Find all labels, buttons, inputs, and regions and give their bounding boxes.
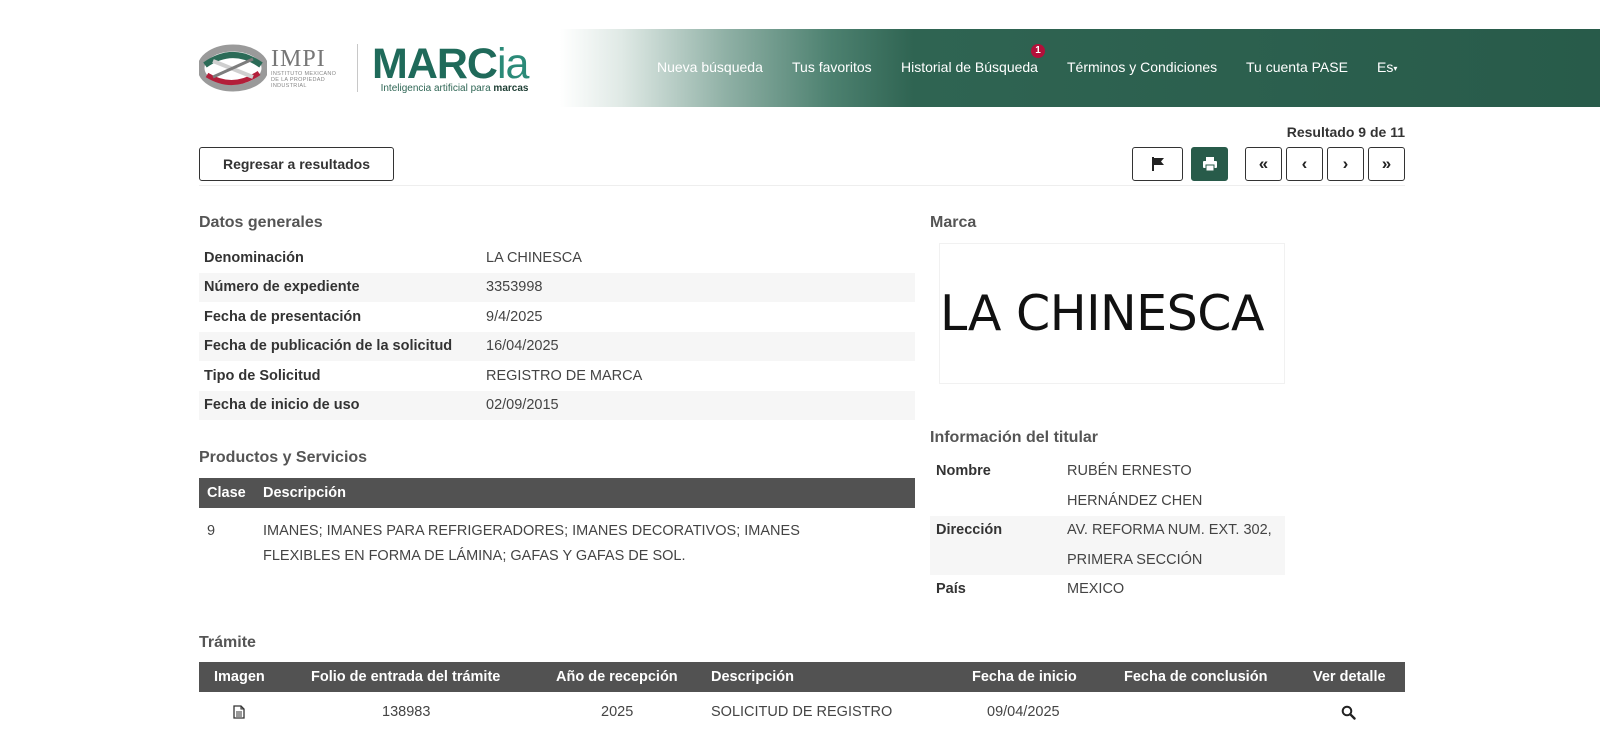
table-row: 138983 2025 SOLICITUD DE REGISTRO 09/04/…: [199, 692, 1405, 732]
search-icon: [1341, 705, 1356, 720]
row-label: Nombre: [936, 463, 991, 479]
flag-button[interactable]: [1132, 147, 1183, 181]
row-value: LA CHINESCA: [486, 249, 582, 266]
nav-historial[interactable]: Historial de Búsqueda: [901, 59, 1038, 75]
row-label: Dirección: [936, 522, 1003, 538]
ver-detalle-button[interactable]: [1341, 692, 1356, 732]
row-value: RUBÉN ERNESTO HERNÁNDEZ CHEN: [1067, 463, 1203, 509]
col-fecha-conclusion: Fecha de conclusión: [1124, 669, 1268, 685]
table-header: Clase Descripción: [199, 478, 915, 508]
document-icon: [233, 705, 245, 719]
first-result-button[interactable]: «: [1245, 147, 1282, 181]
row-value: 02/09/2015: [486, 397, 559, 414]
language-label: Es: [1377, 59, 1394, 75]
row-value: MEXICO: [1067, 581, 1125, 597]
app-tagline-prefix: Inteligencia artificial para: [380, 82, 494, 94]
marca-title: Marca: [930, 214, 977, 231]
col-imagen: Imagen: [214, 669, 265, 685]
language-select[interactable]: Es▾: [1377, 59, 1397, 75]
col-descripcion: Descripción: [263, 485, 346, 501]
productos-title: Productos y Servicios: [199, 449, 368, 466]
row-label: Tipo de Solicitud: [204, 367, 321, 384]
row-label: Fecha de publicación de la solicitud: [204, 338, 453, 355]
app-tagline: Inteligencia artificial para marcas: [372, 82, 529, 94]
last-result-button[interactable]: »: [1368, 147, 1405, 181]
tramite-table: Imagen Folio de entrada del trámite Año …: [199, 662, 1405, 732]
datos-generales-table: Denominación LA CHINESCA Número de expedi…: [199, 243, 915, 420]
app-name-suffix: ia: [496, 39, 529, 88]
flag-icon: [1151, 157, 1164, 171]
app-name: MARCia: [372, 39, 529, 88]
table-header: Imagen Folio de entrada del trámite Año …: [199, 662, 1405, 692]
tramite-title: Trámite: [199, 634, 256, 651]
print-icon: [1202, 157, 1217, 172]
caret-down-icon: ▾: [1393, 63, 1398, 73]
col-clase: Clase: [207, 485, 246, 501]
col-descripcion: Descripción: [711, 669, 794, 685]
datos-generales-title: Datos generales: [199, 214, 323, 231]
table-row: Fecha de publicación de la solicitud 16/0…: [199, 331, 915, 361]
col-fecha-inicio: Fecha de inicio: [972, 669, 1077, 685]
next-result-button[interactable]: ›: [1327, 147, 1364, 181]
nav-cuenta[interactable]: Tu cuenta PASE: [1246, 59, 1348, 75]
cell-descripcion: SOLICITUD DE REGISTRO: [711, 704, 893, 720]
row-value: 9/4/2025: [486, 308, 543, 325]
double-chevron-right-icon: »: [1381, 154, 1392, 173]
cell-fecha-inicio: 09/04/2025: [987, 704, 1060, 720]
col-anio: Año de recepción: [556, 669, 678, 685]
impi-name: IMPI: [271, 46, 326, 72]
cell-clase: 9: [207, 523, 216, 539]
row-value: AV. REFORMA NUM. EXT. 302, PRIMERA SECCI…: [1067, 522, 1272, 568]
table-row: Nombre RUBÉN ERNESTO HERNÁNDEZ CHEN: [930, 457, 1285, 516]
table-row: Tipo de Solicitud REGISTRO DE MARCA: [199, 361, 915, 391]
row-label: Denominación: [204, 249, 304, 266]
cell-anio: 2025: [601, 704, 634, 720]
app-name-main: MARC: [372, 39, 498, 88]
row-value: REGISTRO DE MARCA: [486, 367, 643, 384]
logo-divider: [357, 44, 358, 92]
row-label: Fecha de presentación: [204, 308, 362, 325]
productos-table: Clase Descripción 9 IMANES; IMANES PARA …: [199, 478, 915, 569]
nav-nueva-busqueda[interactable]: Nueva búsqueda: [657, 59, 763, 75]
impi-subtitle: INSTITUTO MEXICANO DE LA PROPIEDAD INDUS…: [271, 71, 337, 89]
marca-image: LA CHINESCA: [939, 243, 1285, 384]
logo[interactable]: IMPI INSTITUTO MEXICANO DE LA PROPIEDAD …: [197, 39, 529, 96]
result-count: Resultado 9 de 11: [1286, 124, 1405, 140]
historial-badge: 1: [1031, 44, 1045, 58]
marca-image-text: LA CHINESCA: [940, 285, 1264, 342]
table-row: 9 IMANES; IMANES PARA REFRIGERADORES; IM…: [199, 508, 915, 569]
cell-descripcion: IMANES; IMANES PARA REFRIGERADORES; IMAN…: [263, 523, 800, 564]
col-ver-detalle: Ver detalle: [1313, 669, 1386, 685]
back-to-results-button[interactable]: Regresar a resultados: [199, 147, 394, 181]
cell-folio: 138983: [382, 704, 431, 720]
print-button[interactable]: [1191, 147, 1228, 181]
row-value: 16/04/2025: [486, 338, 559, 355]
previous-result-button[interactable]: ‹: [1286, 147, 1323, 181]
table-row: Fecha de presentación 9/4/2025: [199, 302, 915, 332]
double-chevron-left-icon: «: [1258, 154, 1269, 173]
col-folio: Folio de entrada del trámite: [311, 669, 501, 685]
row-value: 3353998: [486, 279, 543, 296]
table-row: Denominación LA CHINESCA: [199, 243, 915, 273]
titular-title: Información del titular: [930, 429, 1099, 446]
table-row: Número de expediente 3353998: [199, 272, 915, 302]
impi-emblem-icon: [197, 43, 269, 93]
app-tagline-bold: marcas: [493, 82, 529, 94]
row-label: Fecha de inicio de uso: [204, 397, 360, 414]
document-button[interactable]: [233, 692, 245, 732]
nav-favoritos[interactable]: Tus favoritos: [792, 59, 872, 75]
row-label: Número de expediente: [204, 279, 360, 296]
divider: [199, 185, 1405, 186]
table-row: Dirección AV. REFORMA NUM. EXT. 302, PRIM…: [930, 516, 1285, 575]
table-row: País MEXICO: [930, 575, 1285, 605]
titular-table: Nombre RUBÉN ERNESTO HERNÁNDEZ CHEN Direc…: [930, 457, 1285, 605]
table-row: Fecha de inicio de uso 02/09/2015: [199, 390, 915, 420]
chevron-right-icon: ›: [1342, 154, 1349, 173]
row-label: País: [936, 581, 966, 597]
nav-terminos[interactable]: Términos y Condiciones: [1067, 59, 1217, 75]
chevron-left-icon: ‹: [1301, 154, 1308, 173]
